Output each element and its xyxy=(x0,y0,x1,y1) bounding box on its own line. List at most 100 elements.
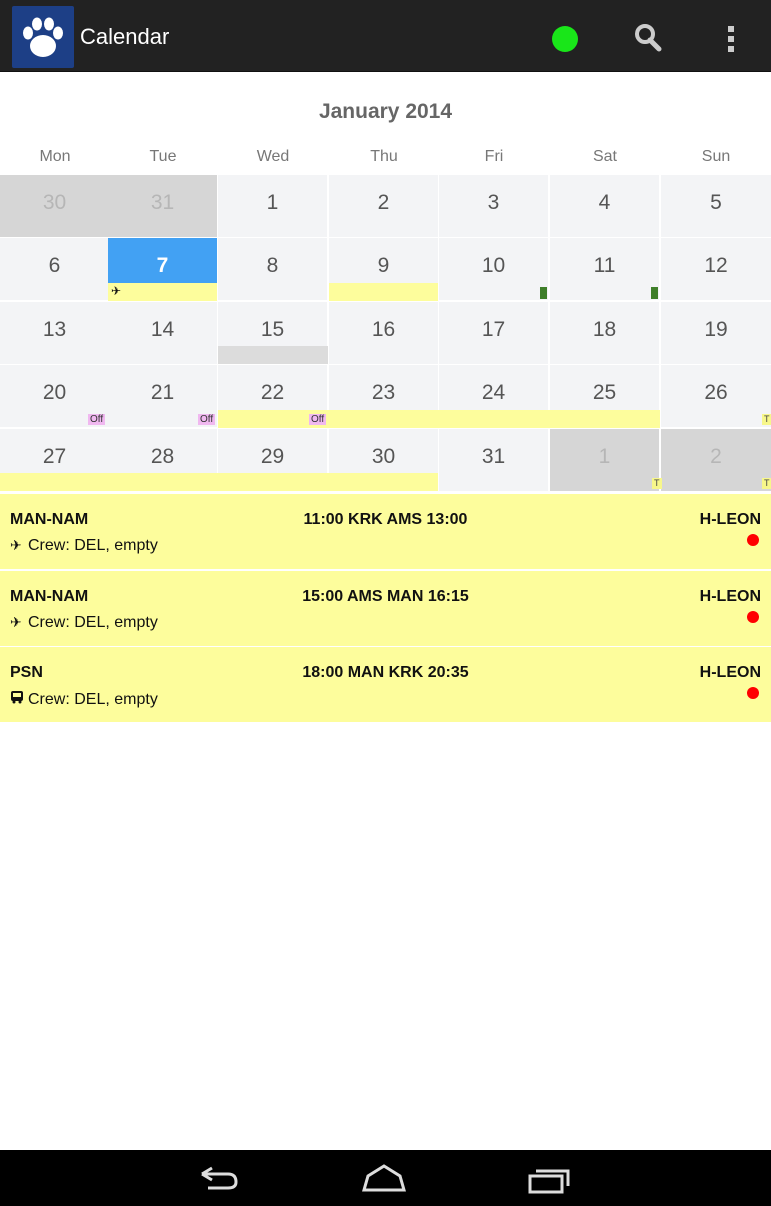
weekday-header: Sun xyxy=(701,148,731,165)
day-number: 28 xyxy=(150,445,175,468)
status-dot xyxy=(747,534,759,546)
flight-route: 15:00 AMS MAN 16:15 xyxy=(302,588,469,605)
flight-row[interactable]: MAN-NAM 15:00 AMS MAN 16:15 H-LEON ✈ Crew… xyxy=(0,570,771,646)
off-badge: Off xyxy=(198,414,216,425)
flight-row[interactable]: PSN 18:00 MAN KRK 20:35 H-LEON Crew: DEL… xyxy=(0,646,771,722)
flight-row[interactable]: MAN-NAM 11:00 KRK AMS 13:00 H-LEON ✈ Crew… xyxy=(0,493,771,569)
weekday-header: Sat xyxy=(592,148,617,165)
day-number: 16 xyxy=(371,318,396,341)
day-cell[interactable]: 1 xyxy=(550,429,659,491)
day-number: 8 xyxy=(266,254,279,277)
day-number: 12 xyxy=(704,254,728,277)
day-number: 14 xyxy=(150,318,175,341)
weekday-header: Mon xyxy=(39,148,71,165)
paw-icon[interactable] xyxy=(12,6,74,68)
day-number: 5 xyxy=(710,191,722,214)
day-number: 23 xyxy=(371,381,396,404)
day-number: 19 xyxy=(704,318,728,341)
day-number: 20 xyxy=(42,381,67,404)
day-number: 26 xyxy=(704,381,728,404)
t-badge: T xyxy=(652,478,662,489)
day-cell[interactable]: 31 xyxy=(439,429,548,491)
overflow-menu-icon[interactable] xyxy=(716,18,746,58)
day-number: 31 xyxy=(481,445,506,468)
flight-crew: Crew: DEL, empty xyxy=(10,690,158,709)
day-number: 30 xyxy=(42,191,67,214)
day-number: 18 xyxy=(592,318,617,341)
day-number: 30 xyxy=(371,445,396,468)
app-root: Calendar January 2014 Mon Tue Wed Thu Fr… xyxy=(0,0,771,1206)
weekday-header: Wed xyxy=(256,148,290,165)
crew-label: Crew: DEL, empty xyxy=(28,537,158,554)
day-cell[interactable]: 18 xyxy=(550,302,659,364)
day-cell[interactable]: 17 xyxy=(439,302,548,364)
day-cell[interactable]: 3 xyxy=(439,175,548,237)
flight-station: H-LEON xyxy=(699,588,761,605)
day-number: 31 xyxy=(150,191,175,214)
day-number: 2 xyxy=(377,191,390,214)
day-number: 13 xyxy=(42,318,67,341)
event-bar[interactable] xyxy=(218,410,660,428)
recent-apps-icon[interactable] xyxy=(520,1158,580,1198)
day-number: 4 xyxy=(598,191,611,214)
status-dot xyxy=(747,687,759,699)
t-badge: T xyxy=(762,478,771,489)
day-cell[interactable]: 2 xyxy=(329,175,438,237)
day-cell[interactable]: 13 xyxy=(0,302,109,364)
duty-marker xyxy=(651,287,658,299)
bus-icon xyxy=(10,690,26,707)
day-number: 2 xyxy=(710,445,722,468)
day-cell[interactable]: 11 xyxy=(550,238,659,300)
day-number: 21 xyxy=(150,381,175,404)
flight-route: 18:00 MAN KRK 20:35 xyxy=(302,664,469,681)
day-cell[interactable]: 2 xyxy=(661,429,771,491)
weekday-header: Fri xyxy=(484,148,504,165)
event-bar[interactable] xyxy=(0,473,438,491)
plane-icon: ✈ xyxy=(10,614,22,630)
day-cell[interactable]: 5 xyxy=(661,175,771,237)
day-cell[interactable]: 14 xyxy=(108,302,217,364)
event-bar[interactable] xyxy=(329,283,438,301)
flight-station: H-LEON xyxy=(699,511,761,528)
day-cell[interactable]: 6 xyxy=(0,238,109,300)
day-number: 9 xyxy=(377,254,390,277)
back-icon[interactable] xyxy=(188,1158,248,1198)
day-number: 24 xyxy=(481,381,506,404)
plane-icon: ✈ xyxy=(111,284,122,298)
day-cell[interactable]: 30 xyxy=(0,175,109,237)
day-number: 27 xyxy=(42,445,67,468)
t-badge: T xyxy=(762,414,771,425)
day-cell[interactable]: 12 xyxy=(661,238,771,300)
day-number: 3 xyxy=(487,191,500,214)
action-bar: Calendar xyxy=(0,0,771,72)
flight-crew: ✈ Crew: DEL, empty xyxy=(10,537,158,555)
day-number: 17 xyxy=(481,318,506,341)
plane-icon: ✈ xyxy=(10,537,22,553)
status-dot xyxy=(747,611,759,623)
system-nav-bar xyxy=(0,1150,771,1206)
event-bar[interactable] xyxy=(218,346,328,364)
day-cell[interactable]: 8 xyxy=(218,238,327,300)
day-number: 22 xyxy=(260,381,285,404)
day-number: 6 xyxy=(48,254,61,277)
off-badge: Off xyxy=(88,414,106,425)
day-cell[interactable]: 19 xyxy=(661,302,771,364)
event-bar[interactable] xyxy=(108,283,217,301)
day-cell[interactable]: 1 xyxy=(218,175,327,237)
app-title: Calendar xyxy=(80,24,170,49)
day-cell[interactable]: 26 xyxy=(661,365,771,427)
crew-label: Crew: DEL, empty xyxy=(28,614,158,631)
duty-marker xyxy=(540,287,547,299)
day-cell[interactable]: 4 xyxy=(550,175,659,237)
day-cell[interactable]: 10 xyxy=(439,238,548,300)
sync-status-indicator xyxy=(552,26,578,52)
home-icon[interactable] xyxy=(354,1158,414,1198)
day-cell[interactable]: 16 xyxy=(329,302,438,364)
day-number: 1 xyxy=(266,191,279,214)
day-cell[interactable]: 31 xyxy=(108,175,217,237)
month-title[interactable]: January 2014 xyxy=(0,100,771,124)
search-icon[interactable] xyxy=(628,18,668,58)
day-number: 29 xyxy=(260,445,285,468)
day-cell-selected[interactable]: 7 xyxy=(108,238,217,283)
weekday-header: Tue xyxy=(149,148,177,165)
